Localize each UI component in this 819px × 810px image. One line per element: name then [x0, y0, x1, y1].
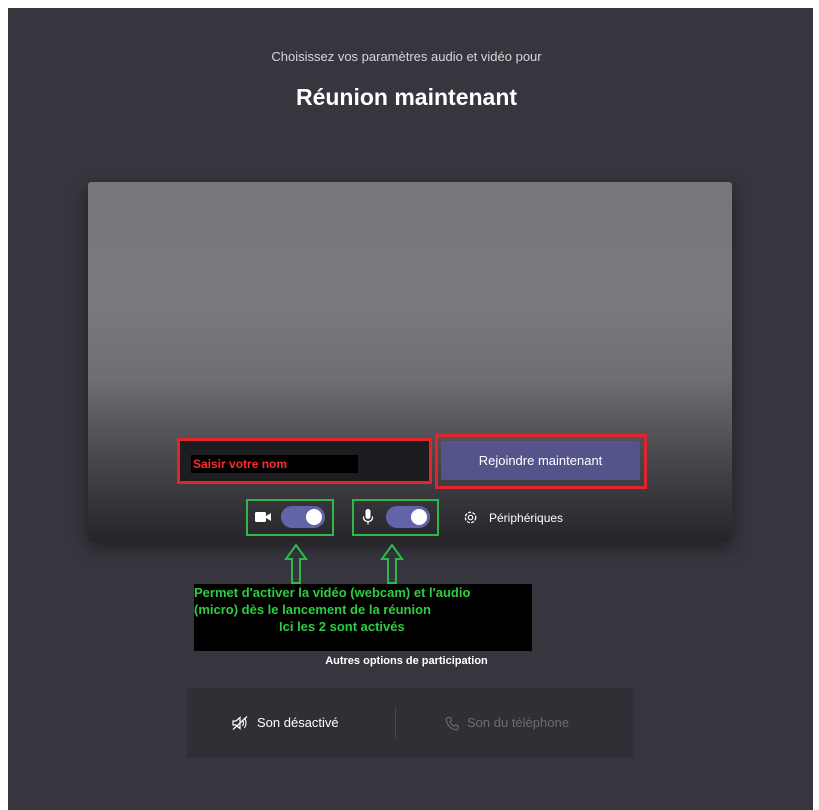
- microphone-icon: [362, 509, 374, 525]
- meeting-title: Réunion maintenant: [295, 84, 518, 110]
- phone-audio-label: Son du téléphone: [467, 715, 569, 730]
- annotation-line: Ici les 2 sont activés: [279, 619, 405, 634]
- sound-off-label: Son désactivé: [257, 715, 339, 730]
- join-now-button[interactable]: Rejoindre maintenant: [441, 441, 640, 480]
- gear-icon[interactable]: [462, 509, 479, 526]
- audio-toggle[interactable]: [386, 506, 430, 528]
- audio-toggle-knob: [411, 509, 427, 525]
- devices-button[interactable]: Périphériques: [489, 511, 563, 525]
- annotation-line: (micro) dès le lancement de la réunion: [194, 602, 431, 617]
- phone-icon: [445, 716, 459, 730]
- phone-audio-option[interactable]: Son du téléphone: [445, 711, 569, 735]
- prejoin-subtitle: Choisissez vos paramètres audio et vidéo…: [271, 49, 542, 64]
- speaker-muted-icon: [232, 716, 248, 730]
- up-arrow-icon: [284, 543, 308, 584]
- annotation-line: Permet d'activer la vidéo (webcam) et l'…: [194, 585, 471, 600]
- annotation-note: Permet d'activer la vidéo (webcam) et l'…: [194, 584, 532, 651]
- video-camera-icon: [255, 512, 271, 522]
- video-toggle[interactable]: [281, 506, 325, 528]
- up-arrow-icon: [380, 543, 404, 584]
- other-options-panel: Son désactivé Son du téléphone: [187, 688, 633, 758]
- sound-off-option[interactable]: Son désactivé: [231, 711, 339, 735]
- video-toggle-knob: [306, 509, 322, 525]
- options-divider: [395, 708, 396, 738]
- other-options-heading: Autres options de participation: [325, 655, 488, 667]
- name-input-value[interactable]: Saisir votre nom: [191, 455, 358, 473]
